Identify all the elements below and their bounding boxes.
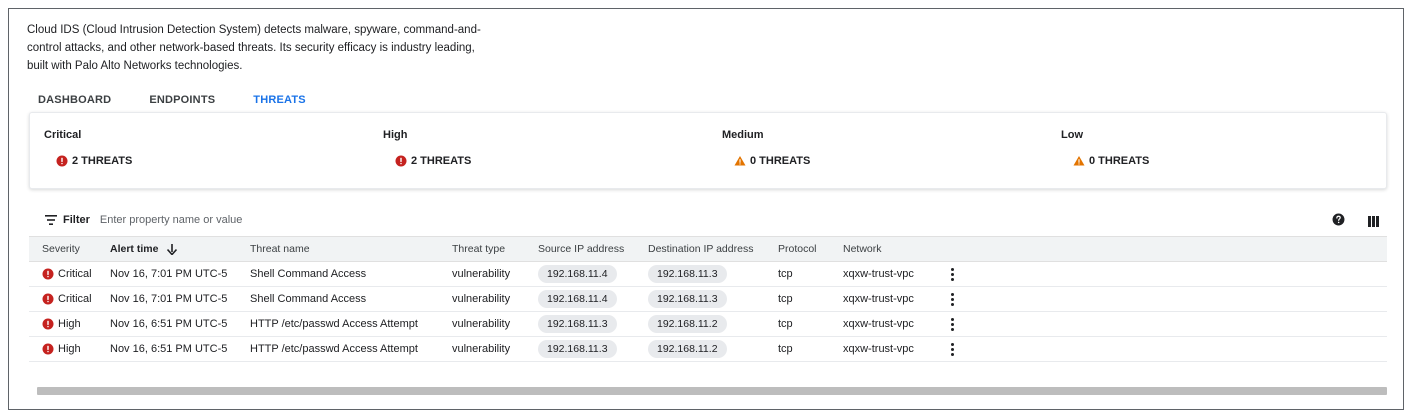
more-actions-icon[interactable] [948, 342, 957, 357]
alert-time-cell: Nov 16, 7:01 PM UTC-5 [110, 268, 228, 280]
intro-description: Cloud IDS (Cloud Intrusion Detection Sys… [27, 24, 481, 72]
summary-value: 2 THREATS [411, 155, 472, 167]
summary-value: 2 THREATS [72, 155, 133, 167]
horizontal-scrollbar[interactable] [37, 387, 1387, 395]
error-icon [42, 343, 54, 355]
threat-name-cell: HTTP /etc/passwd Access Attempt [250, 343, 418, 355]
more-actions-icon[interactable] [948, 267, 957, 282]
destination-ip-chip: 192.168.11.3 [648, 265, 727, 283]
threat-type-cell: vulnerability [452, 293, 511, 305]
threats-table: Severity Alert time Threat name Threat t… [29, 236, 1387, 362]
filter-input[interactable] [99, 214, 500, 226]
filter-bar: Filter [29, 205, 1387, 235]
summary-title: Medium [722, 129, 764, 141]
source-ip-chip: 192.168.11.4 [538, 290, 617, 308]
column-header-threat-type[interactable]: Threat type [452, 243, 538, 255]
threat-name-cell: Shell Command Access [250, 293, 367, 305]
network-cell: xqxw-trust-vpc [843, 268, 914, 280]
summary-value: 0 THREATS [1089, 155, 1150, 167]
summary-value: 0 THREATS [750, 155, 811, 167]
filter-label: Filter [63, 214, 90, 226]
summary-high: High 2 THREATS [369, 113, 708, 188]
threat-type-cell: vulnerability [452, 268, 511, 280]
severity-cell: High [58, 343, 81, 355]
error-icon [56, 155, 68, 167]
table-row[interactable]: High Nov 16, 6:51 PM UTC-5 HTTP /etc/pas… [29, 312, 1387, 337]
threat-name-cell: Shell Command Access [250, 268, 367, 280]
alert-time-cell: Nov 16, 6:51 PM UTC-5 [110, 318, 228, 330]
threat-name-cell: HTTP /etc/passwd Access Attempt [250, 318, 418, 330]
source-ip-chip: 192.168.11.3 [538, 340, 617, 358]
table-row[interactable]: Critical Nov 16, 7:01 PM UTC-5 Shell Com… [29, 262, 1387, 287]
protocol-cell: tcp [778, 343, 793, 355]
table-header: Severity Alert time Threat name Threat t… [29, 236, 1387, 262]
protocol-cell: tcp [778, 268, 793, 280]
filter-icon[interactable] [45, 215, 57, 225]
destination-ip-chip: 192.168.11.2 [648, 315, 727, 333]
destination-ip-chip: 192.168.11.2 [648, 340, 727, 358]
column-header-network[interactable]: Network [843, 243, 948, 255]
summary-medium: Medium 0 THREATS [708, 113, 1047, 188]
severity-cell: Critical [58, 268, 92, 280]
column-header-severity[interactable]: Severity [29, 243, 110, 255]
threat-type-cell: vulnerability [452, 343, 511, 355]
network-cell: xqxw-trust-vpc [843, 293, 914, 305]
column-display-icon[interactable] [1368, 214, 1379, 232]
summary-title: Low [1061, 129, 1083, 141]
source-ip-chip: 192.168.11.3 [538, 315, 617, 333]
warning-icon [734, 155, 746, 167]
alert-time-cell: Nov 16, 7:01 PM UTC-5 [110, 293, 228, 305]
summary-low: Low 0 THREATS [1047, 113, 1386, 188]
threat-type-cell: vulnerability [452, 318, 511, 330]
column-header-protocol[interactable]: Protocol [778, 243, 843, 255]
table-row[interactable]: High Nov 16, 6:51 PM UTC-5 HTTP /etc/pas… [29, 337, 1387, 362]
summary-title: High [383, 129, 408, 141]
error-icon [42, 293, 54, 305]
help-icon[interactable] [1332, 213, 1345, 231]
column-header-threat-name[interactable]: Threat name [250, 243, 452, 255]
column-header-alert-time[interactable]: Alert time [110, 243, 250, 255]
alert-time-cell: Nov 16, 6:51 PM UTC-5 [110, 343, 228, 355]
arrow-down-icon [167, 243, 178, 255]
protocol-cell: tcp [778, 318, 793, 330]
error-icon [42, 318, 54, 330]
source-ip-chip: 192.168.11.4 [538, 265, 617, 283]
severity-cell: Critical [58, 293, 92, 305]
table-row[interactable]: Critical Nov 16, 7:01 PM UTC-5 Shell Com… [29, 287, 1387, 312]
severity-cell: High [58, 318, 81, 330]
column-header-source-ip[interactable]: Source IP address [538, 243, 648, 255]
summary-critical: Critical 2 THREATS [30, 113, 369, 188]
threats-panel: Cloud IDS (Cloud Intrusion Detection Sys… [8, 8, 1404, 410]
threat-summary-card: Critical 2 THREATS High 2 THREATS Medium… [29, 112, 1387, 189]
column-header-destination-ip[interactable]: Destination IP address [648, 243, 778, 255]
destination-ip-chip: 192.168.11.3 [648, 290, 727, 308]
protocol-cell: tcp [778, 293, 793, 305]
network-cell: xqxw-trust-vpc [843, 318, 914, 330]
error-icon [395, 155, 407, 167]
error-icon [42, 268, 54, 280]
more-actions-icon[interactable] [948, 292, 957, 307]
network-cell: xqxw-trust-vpc [843, 343, 914, 355]
summary-title: Critical [44, 129, 82, 141]
warning-icon [1073, 155, 1085, 167]
more-actions-icon[interactable] [948, 317, 957, 332]
